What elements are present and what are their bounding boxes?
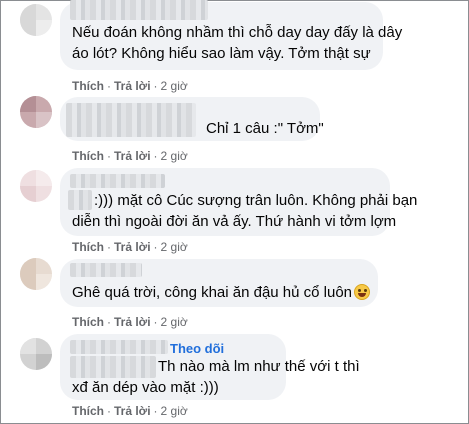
comment-bubble: :))) mặt cô Cúc sượng trân luôn. Không p… <box>60 168 417 236</box>
reply-link[interactable]: Trả lời <box>114 79 151 93</box>
blurred-author-name[interactable] <box>66 103 196 137</box>
reply-link[interactable]: Trả lời <box>114 404 151 418</box>
reply-link[interactable]: Trả lời <box>114 149 151 163</box>
avatar[interactable] <box>20 338 52 370</box>
like-link[interactable]: Thích <box>72 149 104 163</box>
comment-text: Th nào mà lm như thế với t thì <box>158 358 360 375</box>
blurred-author-name[interactable] <box>70 0 208 20</box>
comment-actions: Thích · Trả lời · 2 giờ <box>72 404 188 418</box>
avatar[interactable] <box>20 258 52 290</box>
blurred-author-name[interactable] <box>70 356 156 378</box>
comment-actions: Thích · Trả lời · 2 giờ <box>72 79 188 93</box>
comment-text: Nếu đoán không nhầm thì chỗ day day đấy … <box>72 24 403 41</box>
timestamp[interactable]: 2 giờ <box>161 240 188 254</box>
comment-bubble: Ghê quá trời, công khai ăn đậu hủ cổ luô… <box>60 259 378 307</box>
comment-bubble: Theo dõi Th nào mà lm như thế với t thì … <box>60 334 360 400</box>
blurred-author-name[interactable] <box>70 340 168 354</box>
comment-bubble: Nếu đoán không nhầm thì chỗ day day đấy … <box>60 0 402 70</box>
comment-text: áo lót? Không hiểu sao làm vậy. Tởm thật… <box>72 45 371 62</box>
like-link[interactable]: Thích <box>72 240 104 254</box>
blurred-author-name[interactable] <box>70 174 165 188</box>
like-link[interactable]: Thích <box>72 404 104 418</box>
like-link[interactable]: Thích <box>72 315 104 329</box>
reply-link[interactable]: Trả lời <box>114 315 151 329</box>
comment-text: diễn thì ngoài đời ăn vả ấy. Thứ hành vi… <box>72 213 397 230</box>
comment-text: Ghê quá trời, công khai ăn đậu hủ cổ luô… <box>72 284 353 301</box>
timestamp[interactable]: 2 giờ <box>161 149 188 163</box>
comment-text: xđ ăn dép vào mặt :))) <box>72 379 219 396</box>
comment-text: Chỉ 1 câu :" Tởm" <box>206 120 324 137</box>
grinning-face-emoji <box>354 284 371 300</box>
avatar[interactable] <box>20 4 52 36</box>
comment-actions: Thích · Trả lời · 2 giờ <box>72 240 188 254</box>
blurred-author-name[interactable] <box>68 190 92 210</box>
comment-actions: Thích · Trả lời · 2 giờ <box>72 149 188 163</box>
timestamp[interactable]: 2 giờ <box>161 315 188 329</box>
comment-text: :))) mặt cô Cúc sượng trân luôn. Không p… <box>94 192 418 209</box>
reply-link[interactable]: Trả lời <box>114 240 151 254</box>
follow-link[interactable]: Theo dõi <box>170 341 224 356</box>
blurred-author-name[interactable] <box>70 263 142 277</box>
avatar[interactable] <box>20 170 52 202</box>
comment-actions: Thích · Trả lời · 2 giờ <box>72 315 188 329</box>
timestamp[interactable]: 2 giờ <box>161 404 188 418</box>
timestamp[interactable]: 2 giờ <box>161 79 188 93</box>
comment-bubble: Chỉ 1 câu :" Tởm" <box>60 97 324 141</box>
avatar[interactable] <box>20 96 52 128</box>
like-link[interactable]: Thích <box>72 79 104 93</box>
